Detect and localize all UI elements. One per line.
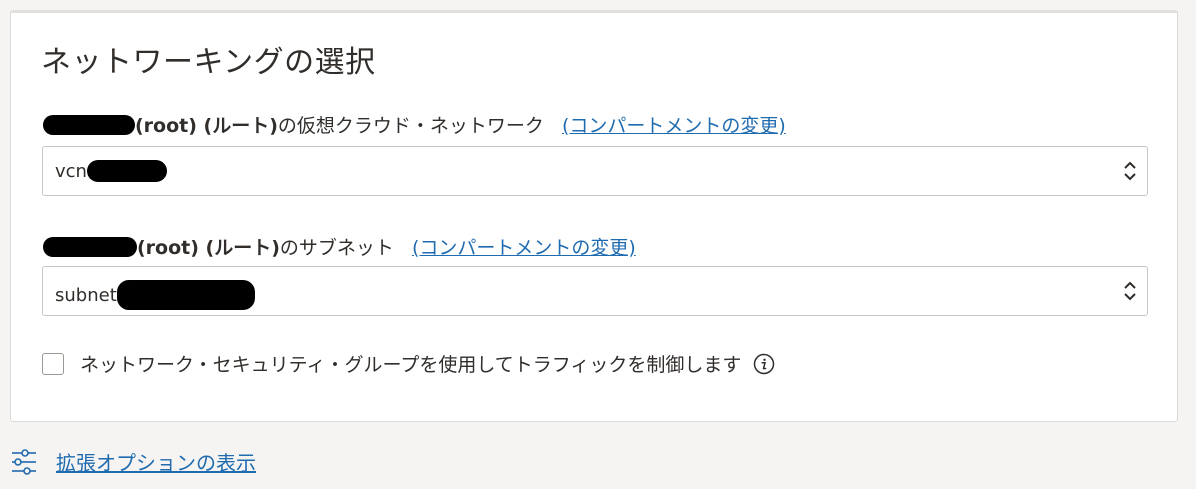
advanced-options-link[interactable]: 拡張オプションの表示 <box>56 447 256 476</box>
subnet-label: (root) (ルート) のサブネット (コンパートメントの変更) <box>43 233 636 260</box>
chevron-up-down-icon <box>1124 161 1136 181</box>
vcn-label: (root) (ルート) の仮想クラウド・ネットワーク (コンパートメントの変更… <box>43 111 786 138</box>
nsg-checkbox[interactable] <box>42 352 64 375</box>
nsg-option: ネットワーク・セキュリティ・グループを使用してトラフィックを制御します <box>42 350 775 377</box>
vcn-value-prefix: vcn <box>55 160 87 182</box>
redacted-compartment-name <box>43 114 135 135</box>
networking-panel: ネットワーキングの選択 (root) (ルート) の仮想クラウド・ネットワーク … <box>10 10 1178 422</box>
vcn-label-suffix: の仮想クラウド・ネットワーク <box>277 115 544 137</box>
chevron-up-down-icon <box>1124 281 1136 301</box>
advanced-options-toggle[interactable]: 拡張オプションの表示 <box>10 447 256 476</box>
info-icon[interactable] <box>753 353 775 375</box>
section-title: ネットワーキングの選択 <box>41 45 376 80</box>
sliders-icon <box>12 448 36 475</box>
vcn-select[interactable]: vcn <box>42 146 1148 196</box>
nsg-label: ネットワーク・セキュリティ・グループを使用してトラフィックを制御します <box>80 354 742 376</box>
subnet-change-compartment-link[interactable]: (コンパートメントの変更) <box>412 233 636 260</box>
subnet-select-value: subnet <box>55 280 255 310</box>
subnet-label-root: (root) (ルート) <box>137 237 280 259</box>
vcn-change-compartment-link[interactable]: (コンパートメントの変更) <box>562 111 786 138</box>
subnet-value-prefix: subnet <box>55 284 117 306</box>
subnet-label-suffix: のサブネット <box>279 237 394 259</box>
redacted-subnet-name <box>116 280 255 310</box>
redacted-vcn-name <box>86 160 167 182</box>
vcn-select-value: vcn <box>55 160 167 182</box>
subnet-select[interactable]: subnet <box>42 266 1148 316</box>
vcn-label-root: (root) (ルート) <box>135 115 278 137</box>
redacted-compartment-name <box>43 236 137 257</box>
